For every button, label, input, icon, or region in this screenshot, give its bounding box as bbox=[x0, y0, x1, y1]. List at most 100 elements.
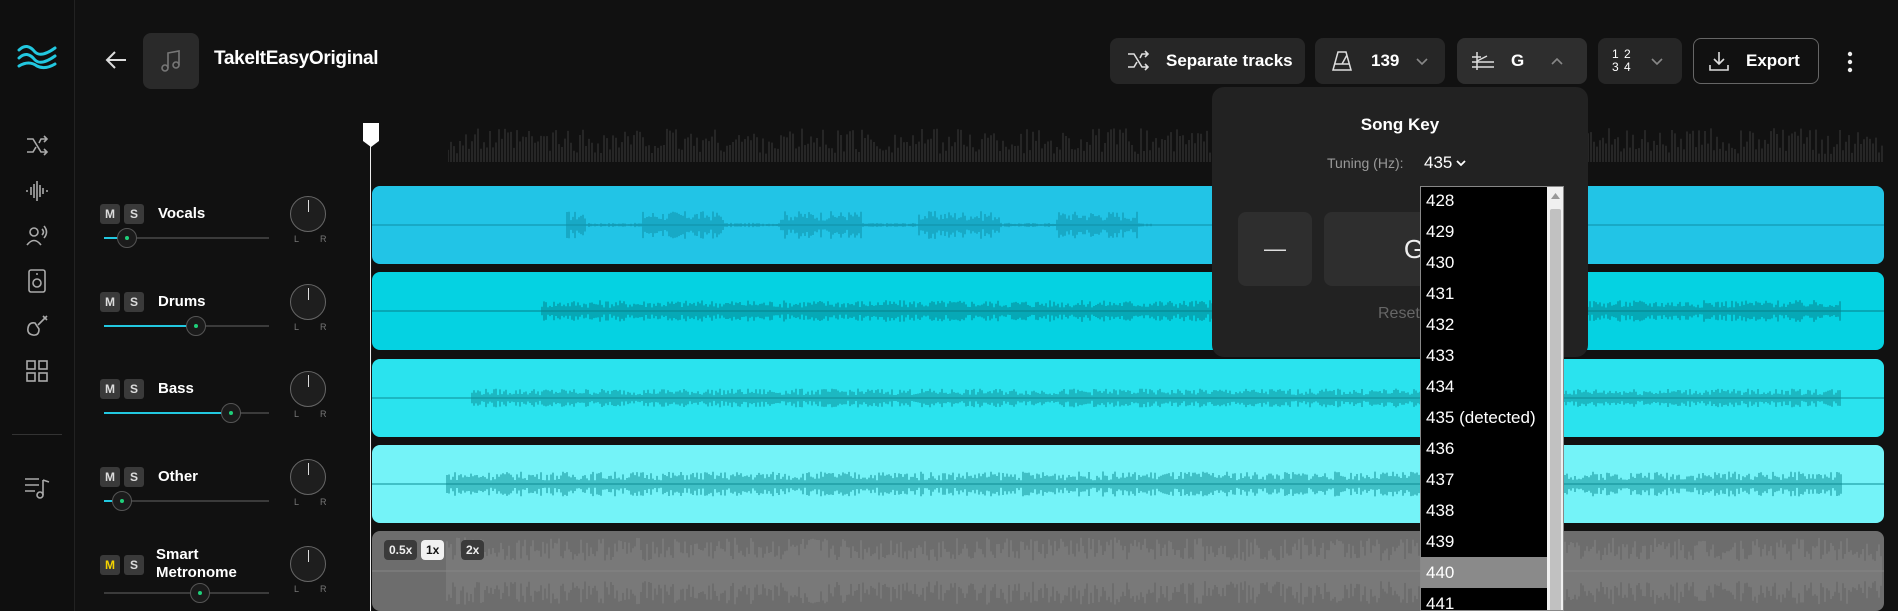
lane-drums[interactable] bbox=[372, 272, 1884, 350]
popover-title: Song Key bbox=[1360, 115, 1440, 134]
tuning-option[interactable]: 441 bbox=[1421, 588, 1547, 610]
grid-icon[interactable] bbox=[22, 356, 52, 386]
mute-button[interactable]: M bbox=[100, 467, 120, 487]
volume-thumb[interactable] bbox=[112, 491, 133, 511]
mute-button[interactable]: M bbox=[100, 379, 120, 399]
mute-button[interactable]: M bbox=[100, 204, 120, 224]
speed-button-2x[interactable]: 2x bbox=[461, 540, 485, 560]
pan-right-label: R bbox=[320, 234, 327, 244]
key-minus-button[interactable]: — bbox=[1238, 212, 1312, 286]
pan-right-label: R bbox=[320, 584, 327, 594]
volume-thumb[interactable] bbox=[186, 316, 207, 336]
chevron-up-icon bbox=[1551, 57, 1563, 65]
track-control-smart-metronome: M S Smart Metronome L R bbox=[100, 546, 400, 611]
tuning-option[interactable]: 436 bbox=[1421, 433, 1547, 464]
key-dropdown[interactable]: G bbox=[1457, 38, 1587, 84]
track-name: Bass bbox=[158, 380, 194, 397]
solo-button[interactable]: S bbox=[124, 379, 144, 399]
voice-icon[interactable] bbox=[22, 221, 52, 251]
tuning-dropdown-list[interactable]: 428 429 430 431 432 433 434 435 (detecte… bbox=[1420, 186, 1564, 611]
solo-button[interactable]: S bbox=[124, 555, 144, 575]
tempo-dropdown[interactable]: 139 bbox=[1315, 38, 1445, 84]
export-button[interactable]: Export bbox=[1693, 38, 1819, 84]
tuning-option[interactable]: 438 bbox=[1421, 495, 1547, 526]
lane-other[interactable] bbox=[372, 445, 1884, 523]
chevron-down-icon[interactable] bbox=[1455, 157, 1467, 169]
volume-slider[interactable] bbox=[104, 228, 269, 248]
waves-logo-icon[interactable] bbox=[17, 44, 57, 70]
pan-left-label: L bbox=[294, 234, 300, 244]
volume-thumb[interactable] bbox=[117, 228, 138, 248]
app-root: { "header": { "file_name": "TakeItEasyOr… bbox=[0, 0, 1898, 611]
back-arrow-icon[interactable] bbox=[102, 46, 130, 74]
tuning-option[interactable]: 432 bbox=[1421, 309, 1547, 340]
volume-slider[interactable] bbox=[104, 316, 269, 336]
tuning-option[interactable]: 434 bbox=[1421, 371, 1547, 402]
pan-knob[interactable] bbox=[290, 459, 326, 495]
pan-knob[interactable] bbox=[290, 371, 326, 407]
playlist-icon[interactable] bbox=[22, 473, 52, 503]
mute-button[interactable]: M bbox=[100, 555, 120, 575]
pan-knob[interactable] bbox=[290, 284, 326, 320]
volume-slider[interactable] bbox=[104, 403, 269, 423]
tuning-label: Tuning (Hz): bbox=[1327, 155, 1404, 171]
guitar-icon[interactable] bbox=[22, 311, 52, 341]
reset-button[interactable]: Reset bbox=[1378, 305, 1420, 323]
separate-tracks-label: Separate tracks bbox=[1166, 51, 1293, 70]
track-name: Vocals bbox=[158, 205, 206, 222]
pan-right-label: R bbox=[320, 322, 327, 332]
split-icon bbox=[1128, 50, 1150, 71]
waveform bbox=[372, 537, 1884, 605]
solo-button[interactable]: S bbox=[124, 204, 144, 224]
pan-right-label: R bbox=[320, 409, 327, 419]
pan-knob[interactable] bbox=[290, 546, 326, 582]
lane-vocals[interactable] bbox=[372, 186, 1884, 264]
speed-button-1x[interactable]: 1x bbox=[421, 540, 445, 560]
playhead-marker[interactable] bbox=[362, 122, 380, 148]
waveform bbox=[372, 300, 1884, 322]
solo-button[interactable]: S bbox=[124, 467, 144, 487]
mute-button[interactable]: M bbox=[100, 292, 120, 312]
track-name: Smart Metronome bbox=[156, 546, 237, 582]
pan-left-label: L bbox=[294, 322, 300, 332]
scrollbar-thumb[interactable] bbox=[1550, 209, 1561, 610]
track-control-bass: M S Bass L R bbox=[100, 371, 400, 449]
lane-bass[interactable] bbox=[372, 359, 1884, 437]
tuning-select[interactable]: 435 bbox=[1424, 153, 1452, 173]
chevron-down-icon bbox=[1416, 58, 1428, 66]
pan-knob[interactable] bbox=[290, 196, 326, 232]
metronome-icon bbox=[1332, 51, 1352, 71]
tuning-option-highlighted[interactable]: 440 bbox=[1421, 557, 1547, 588]
time-signature-dropdown[interactable]: 1 2 3 4 bbox=[1598, 38, 1682, 84]
dropdown-scrollbar[interactable] bbox=[1547, 187, 1563, 610]
volume-thumb[interactable] bbox=[221, 403, 242, 423]
more-options-icon[interactable] bbox=[1840, 48, 1860, 76]
track-name-line2: Metronome bbox=[156, 564, 237, 581]
speaker-icon[interactable] bbox=[22, 266, 52, 296]
speed-button-0-5x[interactable]: 0.5x bbox=[384, 540, 418, 560]
separate-tracks-button[interactable]: Separate tracks bbox=[1110, 38, 1305, 84]
volume-slider[interactable] bbox=[104, 491, 269, 511]
tuning-option[interactable]: 428 bbox=[1421, 187, 1547, 216]
export-label: Export bbox=[1746, 51, 1800, 70]
tuning-option[interactable]: 439 bbox=[1421, 526, 1547, 557]
overview-waveform[interactable] bbox=[448, 120, 1884, 162]
tuning-option[interactable]: 429 bbox=[1421, 216, 1547, 247]
chevron-down-icon bbox=[1651, 58, 1663, 66]
music-note-icon bbox=[161, 50, 180, 72]
volume-slider[interactable] bbox=[104, 583, 269, 603]
lane-smart-metronome[interactable] bbox=[372, 531, 1884, 611]
track-name-line1: Smart bbox=[156, 546, 199, 563]
split-icon[interactable] bbox=[22, 131, 52, 161]
tuning-option[interactable]: 431 bbox=[1421, 278, 1547, 309]
volume-thumb[interactable] bbox=[189, 583, 210, 603]
solo-button[interactable]: S bbox=[124, 292, 144, 312]
tuning-option[interactable]: 430 bbox=[1421, 247, 1547, 278]
tuning-option[interactable]: 435 (detected) bbox=[1421, 402, 1547, 433]
waveform-icon[interactable] bbox=[22, 176, 52, 206]
scroll-up-arrow-icon[interactable] bbox=[1549, 189, 1562, 203]
time-signature-bottom: 3 4 bbox=[1612, 60, 1632, 74]
tuning-option[interactable]: 437 bbox=[1421, 464, 1547, 495]
tuning-option[interactable]: 433 bbox=[1421, 340, 1547, 371]
waveform bbox=[372, 388, 1884, 408]
